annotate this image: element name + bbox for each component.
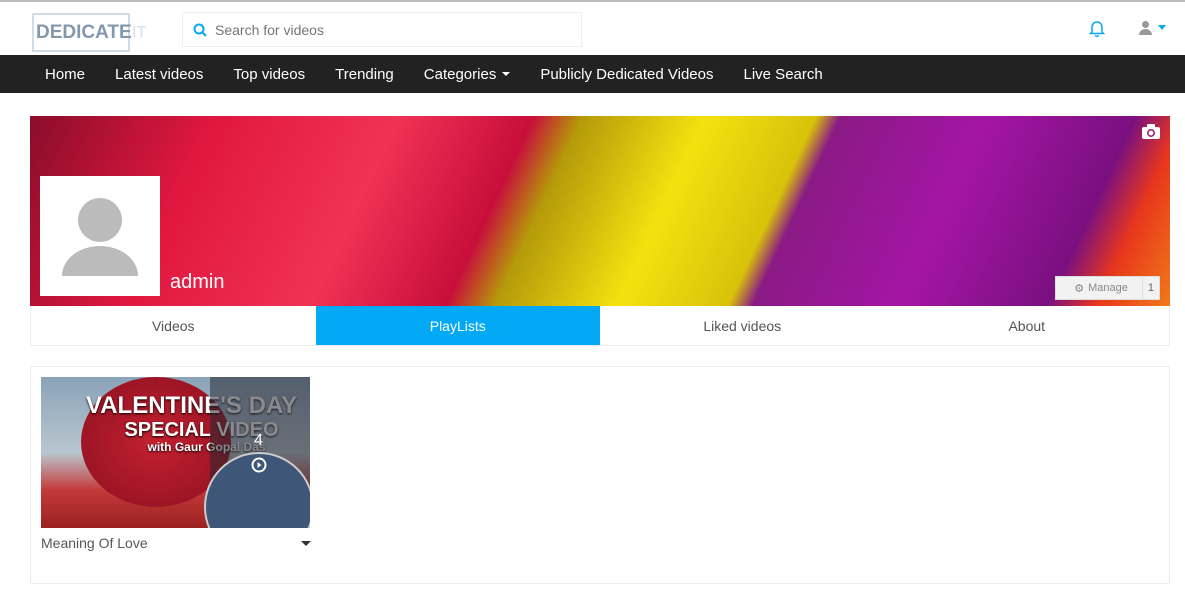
playlist-count: 4	[254, 432, 263, 449]
profile-cover: admin ⚙ Manage 1	[30, 116, 1170, 306]
user-icon	[1139, 21, 1152, 35]
nav-top-videos[interactable]: Top videos	[233, 66, 305, 83]
user-menu[interactable]	[1138, 20, 1166, 35]
nav-live-search[interactable]: Live Search	[744, 66, 823, 83]
avatar[interactable]	[40, 176, 160, 296]
nav-home[interactable]: Home	[45, 66, 85, 83]
tab-videos[interactable]: Videos	[31, 306, 316, 345]
profile-tabs: Videos PlayLists Liked videos About	[30, 306, 1170, 346]
camera-icon[interactable]	[1142, 124, 1160, 139]
main-nav: Home Latest videos Top videos Trending C…	[0, 55, 1185, 93]
tab-about[interactable]: About	[885, 306, 1170, 345]
chevron-down-icon	[1158, 25, 1166, 30]
manage-count: 1	[1147, 282, 1154, 294]
tab-playlists[interactable]: PlayLists	[315, 306, 600, 345]
tab-liked-videos[interactable]: Liked videos	[600, 306, 885, 345]
playlist-name[interactable]: Meaning Of Love	[41, 535, 148, 551]
logo[interactable]: DEDICATE IT	[32, 13, 146, 52]
manage-label: Manage	[1088, 282, 1128, 294]
bell-icon[interactable]	[1089, 20, 1105, 37]
nav-trending[interactable]: Trending	[335, 66, 394, 83]
user-placeholder-icon	[62, 198, 138, 276]
nav-categories-label: Categories	[423, 65, 497, 83]
play-icon[interactable]	[251, 457, 267, 473]
search-input[interactable]	[215, 21, 555, 38]
search-icon	[193, 23, 207, 37]
nav-latest-videos[interactable]: Latest videos	[115, 66, 203, 83]
manage-button[interactable]: ⚙ Manage 1	[1055, 276, 1160, 300]
gear-icon: ⚙	[1074, 282, 1085, 295]
playlist-menu-caret-icon[interactable]	[301, 541, 311, 546]
playlist-thumbnail[interactable]: VALENTINE'S DAY SPECIAL VIDEO with Gaur …	[41, 377, 310, 528]
top-bar: DEDICATE IT	[0, 2, 1185, 55]
playlists-panel: VALENTINE'S DAY SPECIAL VIDEO with Gaur …	[30, 366, 1170, 584]
search-box[interactable]	[182, 12, 582, 47]
username: admin	[170, 271, 225, 293]
nav-publicly-dedicated[interactable]: Publicly Dedicated Videos	[540, 66, 713, 83]
logo-text: DEDICATE	[36, 22, 132, 43]
nav-categories[interactable]: Categories	[424, 66, 511, 83]
logo-suffix: IT	[132, 24, 147, 41]
caret-down-icon	[502, 72, 511, 76]
